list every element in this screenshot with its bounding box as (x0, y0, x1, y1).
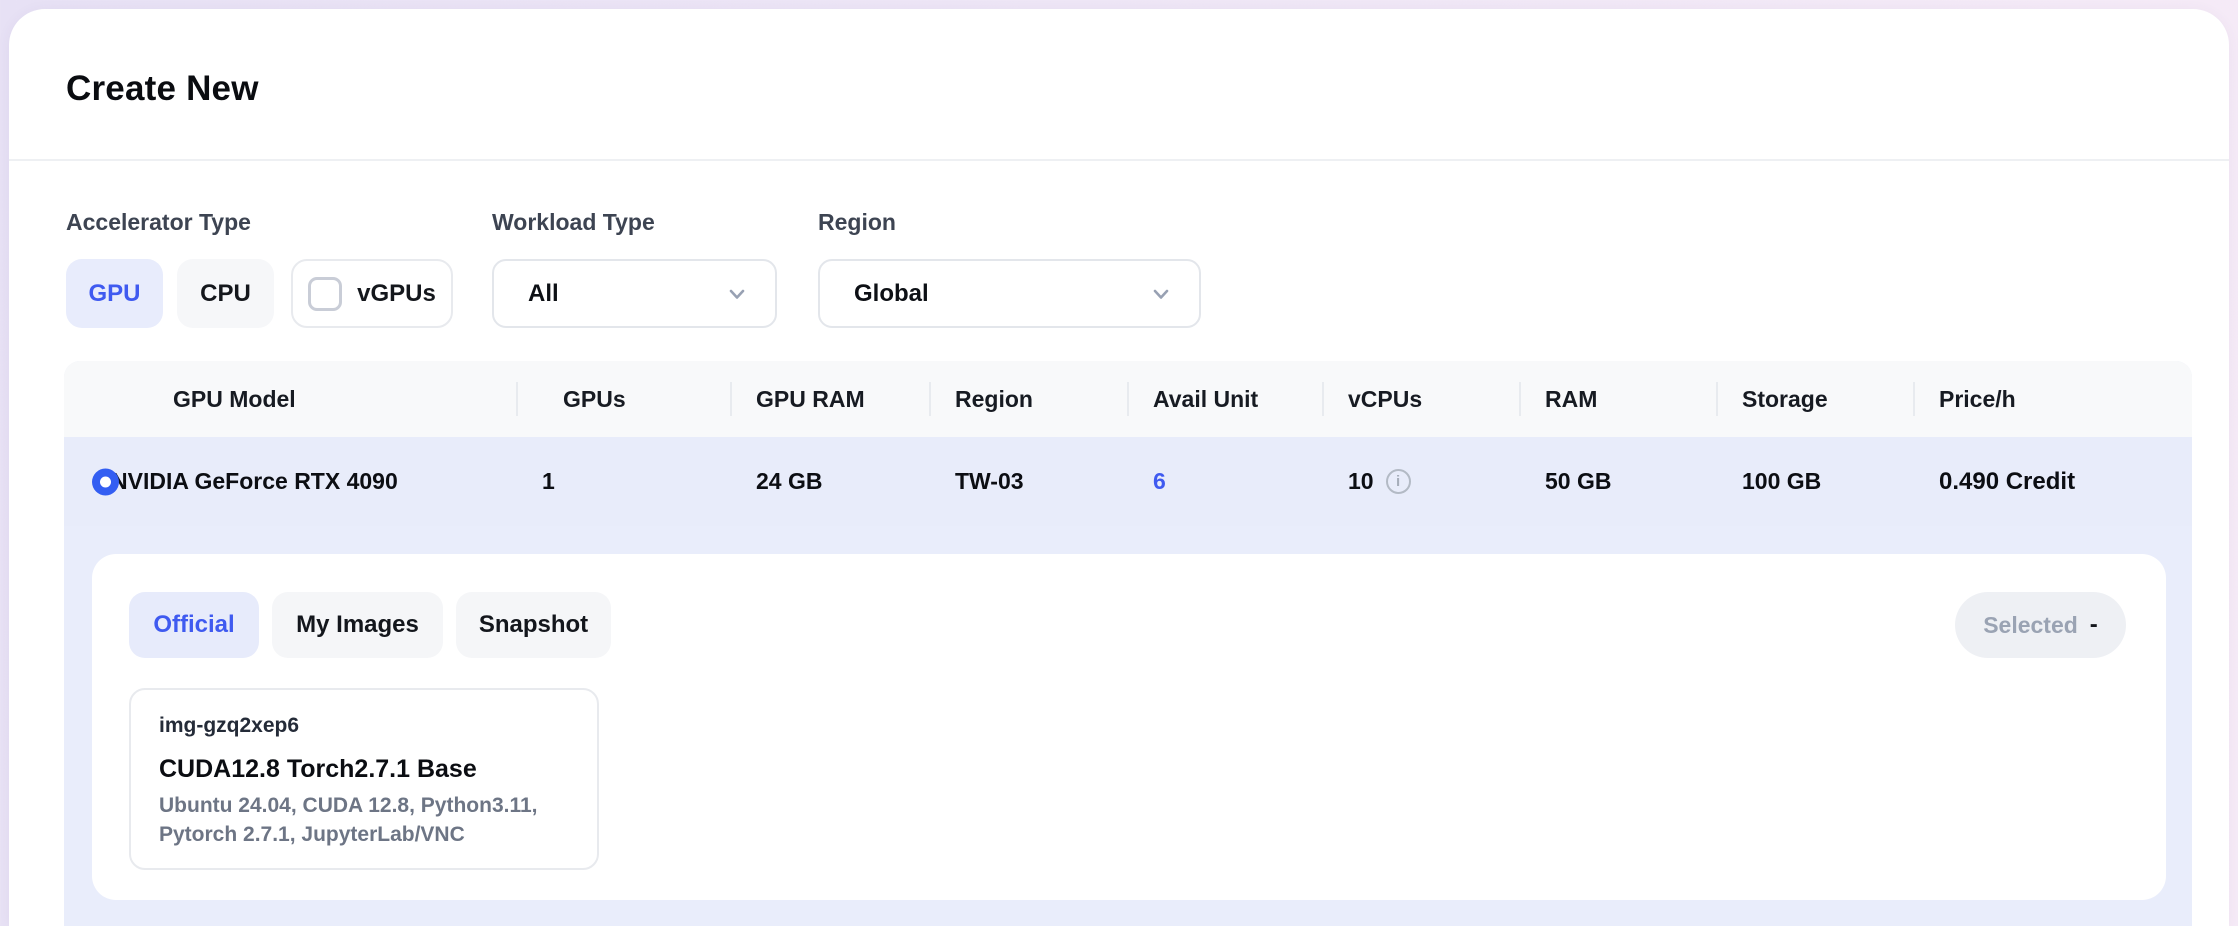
selected-pill-value: - (2090, 611, 2098, 639)
vgpus-checkbox[interactable] (308, 277, 342, 311)
image-id: img-gzq2xep6 (159, 714, 569, 738)
selected-count-pill[interactable]: Selected - (1955, 592, 2126, 658)
col-header-avail-unit: Avail Unit (1127, 361, 1322, 437)
cell-storage: 100 GB (1716, 468, 1913, 495)
region-value: Global (854, 280, 929, 308)
info-icon[interactable]: i (1386, 469, 1411, 494)
tab-official[interactable]: Official (129, 592, 259, 658)
selected-pill-label: Selected (1983, 612, 2078, 639)
cell-price: 0.490 Credit (1913, 468, 2192, 496)
filter-controls: GPU CPU vGPUs All Global (9, 259, 2229, 328)
cell-gpus: 1 (516, 468, 730, 495)
tab-my-images[interactable]: My Images (272, 592, 443, 658)
col-header-gpu-model: GPU Model (64, 361, 516, 437)
col-header-ram: RAM (1519, 361, 1716, 437)
region-label: Region (818, 209, 896, 236)
col-header-gpu-ram: GPU RAM (730, 361, 929, 437)
accelerator-gpu-button[interactable]: GPU (66, 259, 163, 328)
create-new-card: Create New Accelerator Type Workload Typ… (9, 9, 2229, 926)
tab-snapshot[interactable]: Snapshot (456, 592, 611, 658)
cell-region: TW-03 (929, 468, 1127, 495)
table-row[interactable]: NVIDIA GeForce RTX 4090 1 24 GB TW-03 6 … (64, 437, 2192, 526)
gpu-table: GPU Model GPUs GPU RAM Region Avail Unit… (64, 361, 2192, 926)
image-selection-panel: Official My Images Snapshot Selected - i… (92, 554, 2166, 900)
workload-type-label: Workload Type (492, 209, 655, 236)
image-name: CUDA12.8 Torch2.7.1 Base (159, 755, 569, 784)
header-divider (9, 159, 2229, 161)
cell-avail-unit: 6 (1127, 468, 1322, 495)
col-header-region: Region (929, 361, 1127, 437)
accelerator-cpu-button[interactable]: CPU (177, 259, 274, 328)
workload-type-value: All (528, 280, 559, 308)
chevron-down-icon (1149, 282, 1173, 306)
chevron-down-icon (725, 282, 749, 306)
image-tabs: Official My Images Snapshot (129, 592, 611, 658)
col-header-price: Price/h (1913, 361, 2192, 437)
workload-type-select[interactable]: All (492, 259, 777, 328)
cell-gpu-model: NVIDIA GeForce RTX 4090 (64, 468, 516, 495)
cell-gpu-ram: 24 GB (730, 468, 929, 495)
col-header-gpus: GPUs (516, 361, 730, 437)
vcpus-value: 10 (1348, 468, 1374, 495)
image-card[interactable]: img-gzq2xep6 CUDA12.8 Torch2.7.1 Base Ub… (129, 688, 599, 870)
region-select[interactable]: Global (818, 259, 1201, 328)
col-header-storage: Storage (1716, 361, 1913, 437)
accelerator-vgpus-button[interactable]: vGPUs (291, 259, 453, 328)
page-title: Create New (66, 69, 259, 109)
image-description: Ubuntu 24.04, CUDA 12.8, Python3.11, Pyt… (159, 791, 569, 849)
row-radio-selected[interactable] (92, 468, 119, 495)
cell-ram: 50 GB (1519, 468, 1716, 495)
col-header-vcpus: vCPUs (1322, 361, 1519, 437)
table-header-row: GPU Model GPUs GPU RAM Region Avail Unit… (64, 361, 2192, 437)
accelerator-type-label: Accelerator Type (66, 209, 251, 236)
cell-vcpus: 10 i (1322, 468, 1519, 495)
vgpus-label: vGPUs (357, 280, 436, 308)
